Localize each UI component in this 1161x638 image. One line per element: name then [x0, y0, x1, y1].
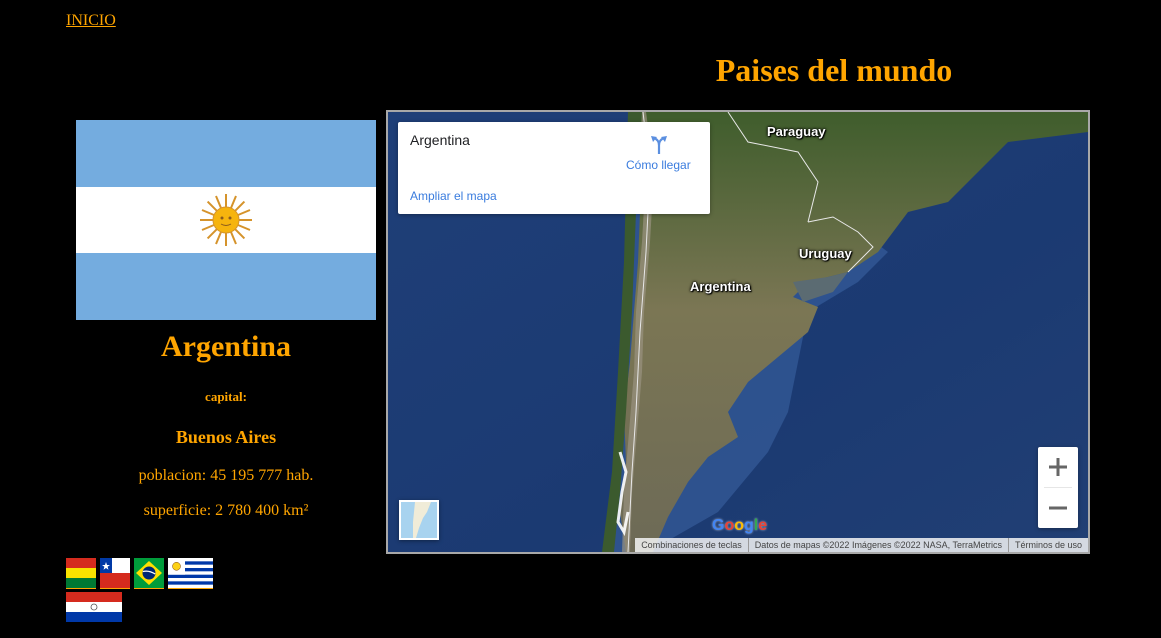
paraguay-flag[interactable]: [66, 592, 122, 622]
directions-icon[interactable]: [648, 134, 670, 156]
zoom-in-button[interactable]: [1038, 447, 1078, 487]
bolivia-flag[interactable]: [66, 558, 96, 589]
argentina-flag: [76, 120, 376, 320]
brazil-flag[interactable]: [134, 558, 164, 589]
directions-link[interactable]: Cómo llegar: [626, 158, 691, 172]
page-title: Paises del mundo: [715, 52, 953, 88]
capital-value: Buenos Aires: [175, 427, 277, 447]
map-data-text: Datos de mapas ©2022 Imágenes ©2022 NASA…: [747, 538, 1008, 552]
chile-flag[interactable]: [100, 558, 130, 589]
terms-link[interactable]: Términos de uso: [1007, 538, 1088, 552]
uruguay-flag[interactable]: [168, 558, 213, 589]
map-label-argentina: Argentina: [690, 279, 751, 294]
google-logo: Google: [712, 517, 768, 534]
country-name: Argentina: [161, 330, 291, 363]
map-type-toggle[interactable]: [399, 500, 439, 540]
population-text: poblacion: 45 195 777 hab.: [138, 467, 314, 484]
capital-label: capital:: [205, 389, 247, 404]
map-attribution: Combinaciones de teclas Datos de mapas ©…: [635, 538, 1088, 552]
enlarge-map-link[interactable]: Ampliar el mapa: [410, 189, 497, 203]
keyboard-shortcuts-link[interactable]: Combinaciones de teclas: [635, 538, 748, 552]
zoom-out-button[interactable]: [1038, 488, 1078, 528]
map-thumbnail-icon: [401, 502, 437, 538]
sun-of-may-icon: [200, 194, 252, 246]
map-label-uruguay: Uruguay: [799, 246, 852, 261]
map-label-paraguay: Paraguay: [767, 124, 826, 139]
map-embed[interactable]: Paraguay Uruguay Argentina Argentina Cóm…: [386, 110, 1090, 554]
area-text: superficie: 2 780 400 km²: [143, 502, 309, 519]
place-title: Argentina: [410, 132, 470, 148]
place-info-card: Argentina Cómo llegar Ampliar el mapa: [398, 122, 710, 214]
zoom-controls: [1038, 447, 1078, 528]
home-link[interactable]: INICIO: [66, 12, 116, 30]
